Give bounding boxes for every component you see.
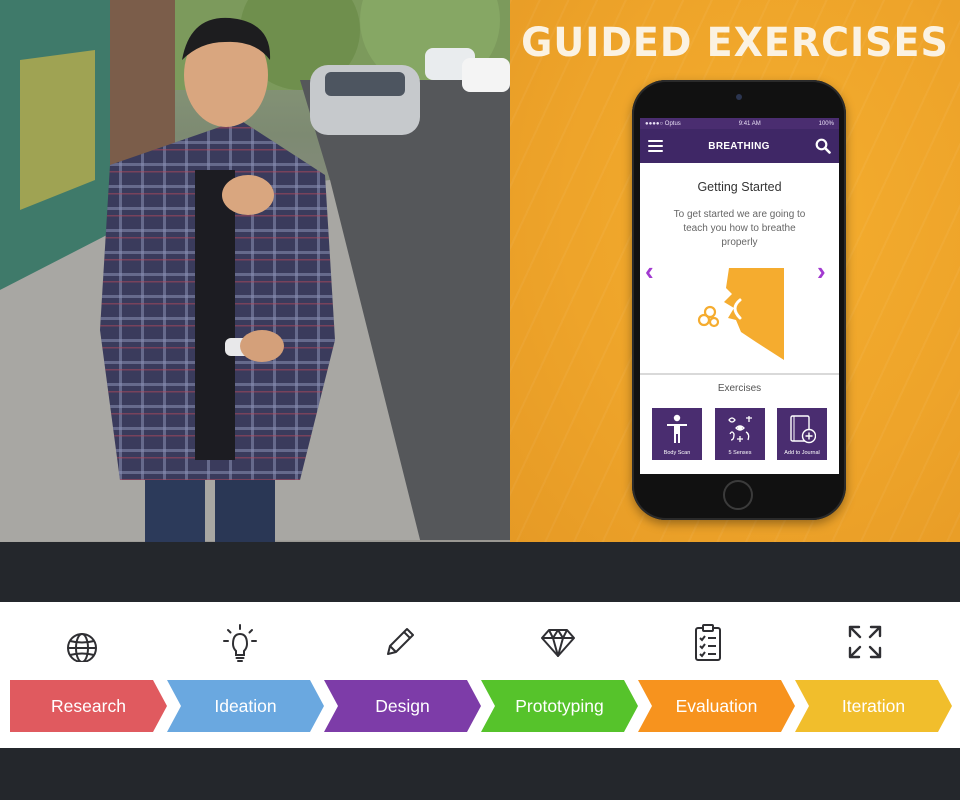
diamond-icon <box>541 629 575 657</box>
step-label: Research <box>51 695 126 716</box>
user-walking-photo <box>0 0 510 542</box>
clipboard-icon <box>695 624 721 661</box>
exercises-label: Exercises <box>717 383 762 394</box>
process-step-research: Research <box>10 680 167 732</box>
process-step-ideation: Ideation <box>167 680 324 732</box>
phone-camera <box>736 94 742 100</box>
senses-icon <box>728 416 752 442</box>
process-step-prototyping: Prototyping <box>481 680 638 732</box>
street-scene-illustration <box>0 0 510 542</box>
journal-add-icon <box>790 415 816 444</box>
process-step-design: Design <box>324 680 481 732</box>
exercise-tile-add-to-journal[interactable]: Add to Journal <box>777 408 827 460</box>
app-navbar: BREATHING <box>640 129 839 163</box>
breathing-face-icon <box>697 268 784 360</box>
promo-title: GUIDED EXERCISES <box>521 18 949 66</box>
iterate-arrows-icon <box>848 625 882 659</box>
status-battery: 100% <box>818 120 834 127</box>
exercise-tile-5-senses[interactable]: 5 Senses <box>715 408 765 460</box>
design-process-strip: Research Ideation Design Prototyping Eva… <box>0 602 960 748</box>
pencil-icon <box>387 628 414 655</box>
exercise-tile-body-scan[interactable]: Body Scan <box>652 408 702 460</box>
nav-title: BREATHING <box>708 140 770 152</box>
exercise-label: Body Scan <box>663 450 691 456</box>
step-label: Ideation <box>214 695 277 716</box>
search-icon[interactable] <box>815 138 831 154</box>
body-scan-icon <box>667 414 687 443</box>
screen-title: Getting Started <box>697 180 782 194</box>
step-label: Evaluation <box>675 695 758 716</box>
step-label: Design <box>375 695 430 716</box>
step-label: Prototyping <box>515 695 604 716</box>
exercise-label: Add to Journal <box>784 450 820 456</box>
previous-arrow-icon[interactable]: ‹ <box>645 258 654 284</box>
exercise-label: 5 Senses <box>728 450 752 456</box>
step-label: Iteration <box>841 695 906 716</box>
screen-description: To get started we are going to teach you… <box>673 209 806 248</box>
lightbulb-icon <box>223 624 257 662</box>
process-step-evaluation: Evaluation <box>638 680 795 732</box>
hero-banner: GUIDED EXERCISES ●●●●○ Optus 9:41 AM 100… <box>0 0 960 542</box>
phone-mockup: ●●●●○ Optus 9:41 AM 100% BREATHING Getti… <box>632 80 846 520</box>
section-divider <box>640 373 839 375</box>
globe-icon <box>67 633 97 662</box>
status-bar: ●●●●○ Optus 9:41 AM 100% <box>640 118 839 129</box>
process-step-iteration: Iteration <box>795 680 952 732</box>
hamburger-menu-icon[interactable] <box>648 140 663 152</box>
home-button[interactable] <box>723 480 753 510</box>
status-carrier: ●●●●○ Optus <box>645 120 681 127</box>
status-time: 9:41 AM <box>738 120 761 127</box>
app-screen: ●●●●○ Optus 9:41 AM 100% BREATHING Getti… <box>640 118 839 474</box>
next-arrow-icon[interactable]: › <box>817 258 826 284</box>
